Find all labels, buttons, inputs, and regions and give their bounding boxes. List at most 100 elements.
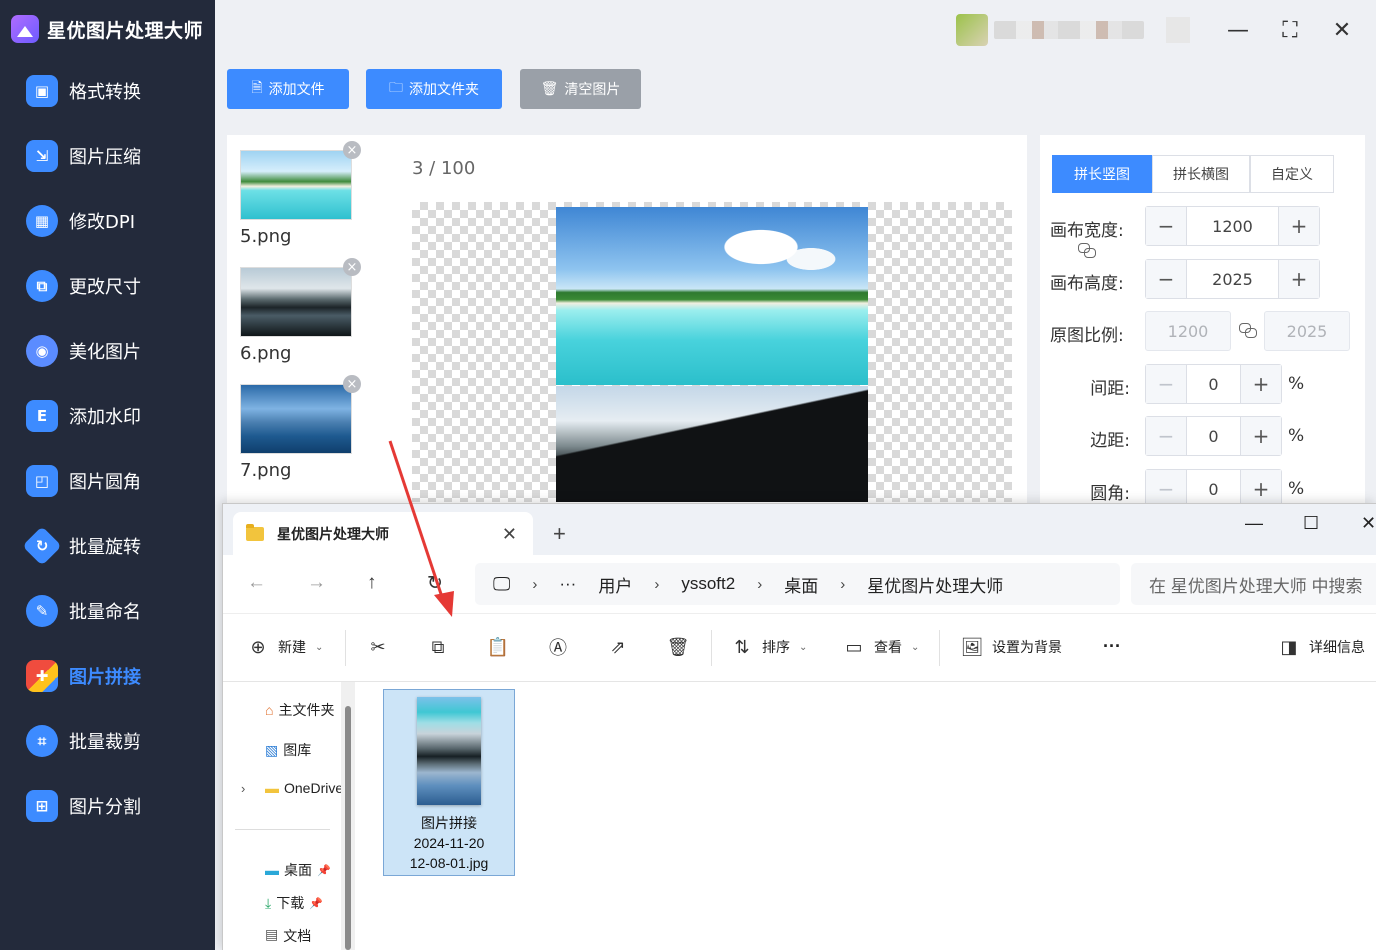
sidebar-item-beautify[interactable]: ◉ 美化图片 bbox=[0, 318, 215, 383]
breadcrumb-current-folder[interactable]: 星优图片处理大师 bbox=[867, 572, 1003, 597]
paste-button[interactable]: 📋 bbox=[487, 636, 509, 658]
view-button[interactable]: ▭ 查看 ⌄ bbox=[843, 636, 919, 658]
stitched-image-top bbox=[556, 207, 868, 385]
sidebar-item-resize[interactable]: ⧉ 更改尺寸 bbox=[0, 253, 215, 318]
round-corner-icon: ◰ bbox=[26, 464, 58, 497]
sidebar-item-label: 更改尺寸 bbox=[69, 276, 141, 298]
chevron-right-icon[interactable]: › bbox=[241, 781, 245, 796]
scrollbar-thumb[interactable] bbox=[345, 706, 351, 950]
format-convert-icon: ▣ bbox=[26, 74, 58, 107]
link-icon[interactable] bbox=[1078, 243, 1096, 258]
canvas-height-input[interactable]: 2025 bbox=[1186, 260, 1279, 298]
radius-percent: % bbox=[1288, 479, 1305, 499]
tab-vertical[interactable]: 拼长竖图 bbox=[1052, 155, 1152, 193]
canvas-width-label: 画布宽度: bbox=[1050, 221, 1124, 241]
add-file-label: 添加文件 bbox=[268, 82, 325, 98]
add-file-button[interactable]: 🗎 添加文件 bbox=[227, 69, 349, 109]
rename-button[interactable]: Ⓐ bbox=[547, 636, 569, 658]
details-button[interactable]: ◨ 详细信息 bbox=[1278, 636, 1365, 658]
clear-images-button[interactable]: 🗑 清空图片 bbox=[520, 69, 641, 109]
refresh-button[interactable]: ↻ bbox=[427, 572, 443, 595]
sidebar-item-split[interactable]: ⊞ 图片分割 bbox=[0, 773, 215, 838]
app-close-button[interactable]: ✕ bbox=[1330, 18, 1354, 43]
gap-label: 间距: bbox=[1090, 379, 1130, 399]
gap-increase-button[interactable]: + bbox=[1241, 365, 1281, 403]
sort-button[interactable]: ⇅ 排序 ⌄ bbox=[731, 636, 807, 658]
file-icon: 🗎 bbox=[251, 80, 263, 96]
explorer-maximize-button[interactable]: ☐ bbox=[1303, 513, 1319, 534]
delete-button[interactable]: 🗑 bbox=[667, 636, 690, 658]
tree-item-label: 桌面 bbox=[284, 862, 312, 878]
new-button[interactable]: ⊕ 新建 ⌄ bbox=[247, 636, 323, 658]
sidebar-item-round-corner[interactable]: ◰ 图片圆角 bbox=[0, 448, 215, 513]
app-maximize-button[interactable]: ⛶ bbox=[1278, 18, 1302, 43]
tree-item-documents[interactable]: ▤ 文档 bbox=[265, 926, 341, 946]
user-account-blurred[interactable] bbox=[956, 14, 1190, 46]
canvas-width-decrease-button[interactable]: − bbox=[1146, 207, 1186, 245]
tab-custom[interactable]: 自定义 bbox=[1250, 155, 1334, 193]
explorer-minimize-button[interactable]: — bbox=[1245, 513, 1263, 534]
sidebar-item-rotate[interactable]: ↻ 批量旋转 bbox=[0, 513, 215, 578]
margin-stepper: − 0 + bbox=[1145, 416, 1282, 456]
gap-decrease-button[interactable]: − bbox=[1146, 365, 1186, 403]
breadcrumb-desktop[interactable]: 桌面 bbox=[784, 572, 818, 597]
split-icon: ⊞ bbox=[26, 789, 58, 822]
canvas-width-increase-button[interactable]: + bbox=[1279, 207, 1319, 245]
canvas-width-input[interactable]: 1200 bbox=[1186, 207, 1279, 245]
remove-thumbnail-button[interactable]: × bbox=[343, 141, 361, 159]
tree-item-home[interactable]: ⌂ 主文件夹 bbox=[265, 700, 341, 720]
dpi-icon: ▦ bbox=[26, 204, 58, 237]
app-minimize-button[interactable]: — bbox=[1226, 18, 1250, 43]
sidebar-item-rename[interactable]: ✎ 批量命名 bbox=[0, 578, 215, 643]
thumbnail-name: 6.png bbox=[240, 343, 292, 364]
tree-item-onedrive[interactable]: ▬ OneDrive bbox=[265, 780, 341, 796]
margin-decrease-button[interactable]: − bbox=[1146, 417, 1186, 455]
file-item-selected[interactable]: 图片拼接 2024-11-20 12-08-01.jpg bbox=[383, 689, 515, 876]
up-button[interactable]: ↑ bbox=[367, 572, 377, 594]
back-button[interactable]: ← bbox=[247, 572, 266, 594]
sidebar-item-format-convert[interactable]: ▣ 格式转换 bbox=[0, 58, 215, 123]
thumbnail-item[interactable]: 5.png × bbox=[240, 141, 361, 247]
sidebar-item-label: 图片圆角 bbox=[69, 471, 141, 493]
breadcrumb-more[interactable]: ··· bbox=[559, 574, 576, 594]
margin-input[interactable]: 0 bbox=[1186, 417, 1241, 455]
more-options-button[interactable]: ··· bbox=[1103, 636, 1121, 657]
thumbnail-item[interactable]: 7.png × bbox=[240, 375, 361, 481]
breadcrumb-user[interactable]: yssoft2 bbox=[681, 574, 735, 594]
breadcrumb-users[interactable]: 用户 bbox=[598, 572, 632, 597]
share-button[interactable]: ⇗ bbox=[607, 636, 629, 658]
cut-button[interactable]: ✂ bbox=[367, 636, 389, 658]
gap-input[interactable]: 0 bbox=[1186, 365, 1241, 403]
thumbnail-item[interactable]: 6.png × bbox=[240, 258, 361, 364]
sidebar-item-crop[interactable]: ⌗ 批量裁剪 bbox=[0, 708, 215, 773]
sidebar-item-dpi[interactable]: ▦ 修改DPI bbox=[0, 188, 215, 253]
tree-item-downloads[interactable]: ⤓ 下载 📌 bbox=[265, 893, 341, 913]
add-folder-button[interactable]: 🗀 添加文件夹 bbox=[366, 69, 502, 109]
tree-item-gallery[interactable]: ▧ 图库 bbox=[265, 740, 341, 760]
copy-button[interactable]: ⧉ bbox=[427, 636, 449, 658]
sidebar-item-compress[interactable]: ⇲ 图片压缩 bbox=[0, 123, 215, 188]
account-redacted bbox=[1166, 17, 1190, 43]
forward-button[interactable]: → bbox=[307, 572, 326, 594]
search-input[interactable]: 在 星优图片处理大师 中搜索 bbox=[1131, 563, 1376, 605]
address-bar[interactable]: 🖵 › ··· 用户 › yssoft2 › 桌面 › 星优图片处理大师 bbox=[475, 563, 1120, 605]
remove-thumbnail-button[interactable]: × bbox=[343, 375, 361, 393]
remove-thumbnail-button[interactable]: × bbox=[343, 258, 361, 276]
watermark-icon: E bbox=[26, 399, 58, 432]
set-background-button[interactable]: 🖼 设置为背景 bbox=[961, 636, 1062, 658]
beautify-icon: ◉ bbox=[26, 334, 58, 367]
chevron-down-icon: ⌄ bbox=[315, 641, 324, 653]
new-tab-button[interactable]: + bbox=[553, 521, 566, 547]
canvas-height-increase-button[interactable]: + bbox=[1279, 260, 1319, 298]
tree-item-desktop[interactable]: ▬ 桌面 📌 bbox=[265, 860, 341, 880]
tab-close-button[interactable]: ✕ bbox=[502, 524, 517, 545]
canvas-height-decrease-button[interactable]: − bbox=[1146, 260, 1186, 298]
explorer-tab[interactable]: 星优图片处理大师 ✕ bbox=[233, 512, 533, 555]
margin-increase-button[interactable]: + bbox=[1241, 417, 1281, 455]
sidebar-item-stitch[interactable]: ✚ 图片拼接 bbox=[0, 643, 215, 708]
navigation-scrollbar[interactable] bbox=[341, 682, 355, 950]
explorer-close-button[interactable]: ✕ bbox=[1361, 513, 1376, 534]
sidebar-item-watermark[interactable]: E 添加水印 bbox=[0, 383, 215, 448]
tab-horizontal[interactable]: 拼长横图 bbox=[1152, 155, 1250, 193]
folder-icon: ▬ bbox=[265, 780, 279, 796]
